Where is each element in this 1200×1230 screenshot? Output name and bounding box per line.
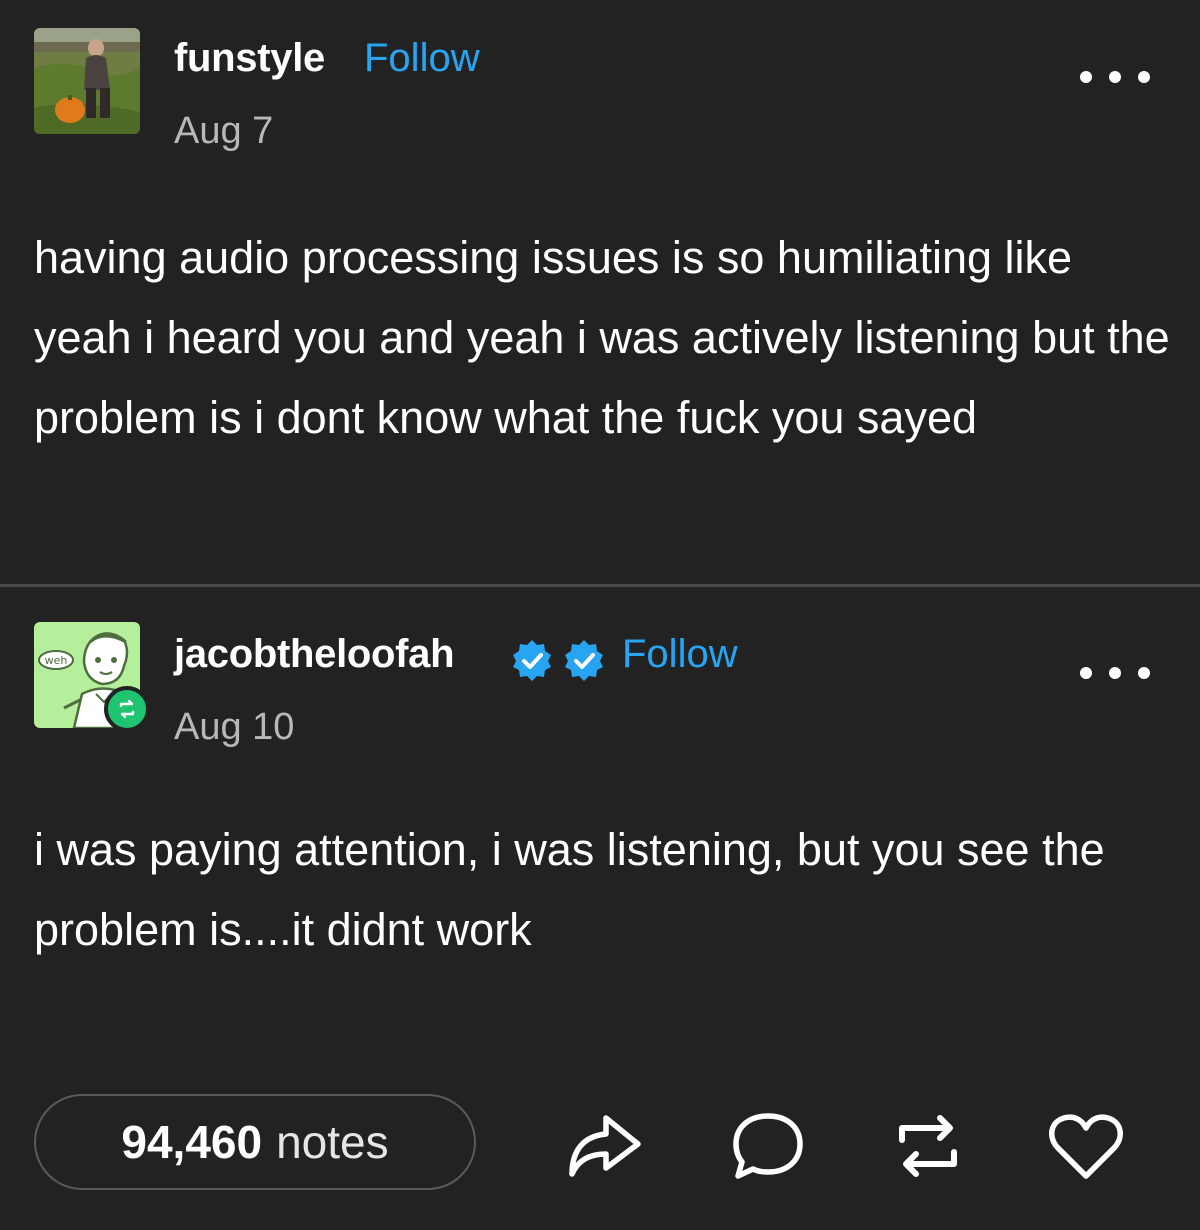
reply-icon[interactable] bbox=[728, 1108, 808, 1184]
reblog-divider bbox=[0, 584, 1200, 587]
verified-badge-icon bbox=[565, 640, 603, 681]
more-options-icon[interactable] bbox=[1080, 62, 1150, 92]
notes-label: notes bbox=[276, 1116, 389, 1168]
avatar-speech-text: weh bbox=[45, 654, 68, 667]
reblog-indicator-icon bbox=[104, 686, 150, 732]
more-options-icon[interactable] bbox=[1080, 658, 1150, 688]
reblog-icon[interactable] bbox=[888, 1108, 968, 1184]
username[interactable]: funstyle bbox=[174, 36, 325, 81]
post-date: Aug 7 bbox=[174, 110, 274, 152]
post-original: funstyle Follow Aug 7 having audio proce… bbox=[0, 0, 1200, 586]
post-body-text: i was paying attention, i was listening,… bbox=[34, 824, 1105, 955]
notes-count: 94,460 bbox=[121, 1116, 263, 1168]
follow-button[interactable]: Follow bbox=[622, 632, 738, 677]
follow-button[interactable]: Follow bbox=[364, 36, 480, 81]
username[interactable]: jacobtheloofah bbox=[174, 632, 455, 677]
like-icon[interactable] bbox=[1046, 1108, 1126, 1184]
share-icon[interactable] bbox=[566, 1108, 646, 1184]
post-date: Aug 10 bbox=[174, 706, 295, 748]
post-body-text: having audio processing issues is so hum… bbox=[34, 232, 1170, 443]
notes-button[interactable]: 94,460 notes bbox=[34, 1094, 476, 1190]
avatar-funstyle[interactable] bbox=[34, 28, 140, 134]
verified-badge-icon bbox=[513, 640, 551, 681]
